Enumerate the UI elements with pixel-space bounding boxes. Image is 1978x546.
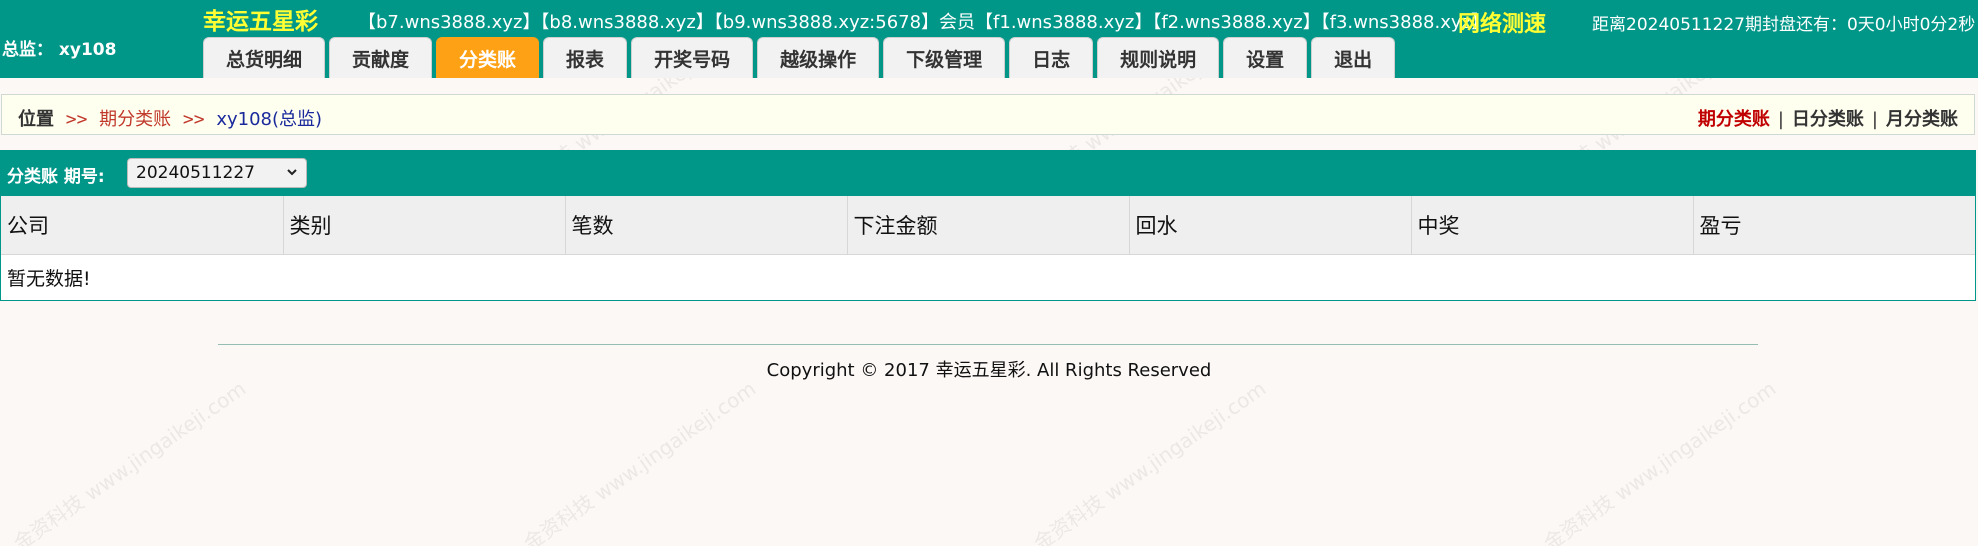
column-header-profit-loss: 盈亏 <box>1693 196 1975 255</box>
tab-contribution[interactable]: 贡献度 <box>329 37 433 78</box>
watermark: 金资科技 www.jingaikeji.com <box>519 376 761 546</box>
speed-test-link[interactable]: 网络测速 <box>1458 6 1546 38</box>
breadcrumb: 位置 >> 期分类账 >> xy108(总监) <box>18 105 322 131</box>
breadcrumb-item-user: xy108(总监) <box>216 109 323 130</box>
link-period-ledger[interactable]: 期分类账 <box>1698 109 1770 130</box>
breadcrumb-item-period-ledger[interactable]: 期分类账 <box>99 109 171 130</box>
breadcrumb-separator: >> <box>65 109 88 130</box>
top-header: 幸运五星彩 总监： xy108 【b7.wns3888.xyz】【b8.wns3… <box>0 0 1978 78</box>
table-header-row: 公司 类别 笔数 下注金额 回水 中奖 盈亏 <box>1 196 1975 255</box>
column-header-company: 公司 <box>1 196 284 255</box>
tab-settings[interactable]: 设置 <box>1223 37 1308 78</box>
divider: | <box>1871 109 1878 130</box>
table-row: 暂无数据! <box>1 254 1975 300</box>
copyright: Copyright © 2017 幸运五星彩. All Rights Reser… <box>766 360 1212 381</box>
main-tabs: 总货明细 贡献度 分类账 报表 开奖号码 越级操作 下级管理 日志 规则说明 设… <box>203 37 1396 78</box>
watermark: 金资科技 www.jingaikeji.com <box>1029 376 1271 546</box>
brand-title: 幸运五星彩 <box>203 9 318 35</box>
close-countdown: 距离20240511227期封盘还有：0天0小时0分2秒 <box>1592 15 1976 35</box>
tab-rules[interactable]: 规则说明 <box>1097 37 1220 78</box>
column-header-bet-amount: 下注金额 <box>847 196 1130 255</box>
panel-title: 分类账 期号: <box>7 167 105 187</box>
column-header-category: 类别 <box>283 196 566 255</box>
breadcrumb-bar: 位置 >> 期分类账 >> xy108(总监) 期分类账 | 日分类账 | 月分类账 <box>1 94 1975 135</box>
tab-subordinates[interactable]: 下级管理 <box>883 37 1006 78</box>
column-header-count: 笔数 <box>565 196 848 255</box>
chevron-down-icon <box>287 169 297 176</box>
column-header-rebate: 回水 <box>1129 196 1412 255</box>
tab-category-ledger[interactable]: 分类账 <box>436 37 540 78</box>
ledger-table: 公司 类别 笔数 下注金额 回水 中奖 盈亏 暂无数据! <box>1 196 1975 300</box>
panel-header: 分类账 期号: 20240511227 <box>1 151 1975 196</box>
breadcrumb-separator: >> <box>182 109 205 130</box>
footer-divider <box>218 344 1758 345</box>
empty-message: 暂无数据! <box>7 267 91 290</box>
tab-summary[interactable]: 总货明细 <box>203 37 326 78</box>
link-monthly-ledger[interactable]: 月分类账 <box>1886 109 1958 130</box>
ledger-view-links: 期分类账 | 日分类账 | 月分类账 <box>1698 105 1958 131</box>
period-select-value: 20240511227 <box>136 163 255 183</box>
watermark: 金资科技 www.jingaikeji.com <box>9 376 251 546</box>
period-select[interactable]: 20240511227 <box>127 158 307 188</box>
link-daily-ledger[interactable]: 日分类账 <box>1792 109 1864 130</box>
watermark: 金资科技 www.jingaikeji.com <box>1539 376 1781 546</box>
column-header-winnings: 中奖 <box>1411 196 1694 255</box>
tab-logout[interactable]: 退出 <box>1311 37 1396 78</box>
tab-report[interactable]: 报表 <box>543 37 628 78</box>
tab-log[interactable]: 日志 <box>1009 37 1094 78</box>
divider: | <box>1777 109 1784 130</box>
domain-links[interactable]: 【b7.wns3888.xyz】【b8.wns3888.xyz】【b9.wns3… <box>358 8 1489 34</box>
tab-draw-numbers[interactable]: 开奖号码 <box>631 37 754 78</box>
user-role: 总监： xy108 <box>2 40 117 60</box>
ledger-panel: 分类账 期号: 20240511227 公司 类别 笔数 下注金额 回水 中奖 … <box>0 150 1976 301</box>
breadcrumb-label: 位置 <box>18 109 54 130</box>
tab-override[interactable]: 越级操作 <box>757 37 880 78</box>
